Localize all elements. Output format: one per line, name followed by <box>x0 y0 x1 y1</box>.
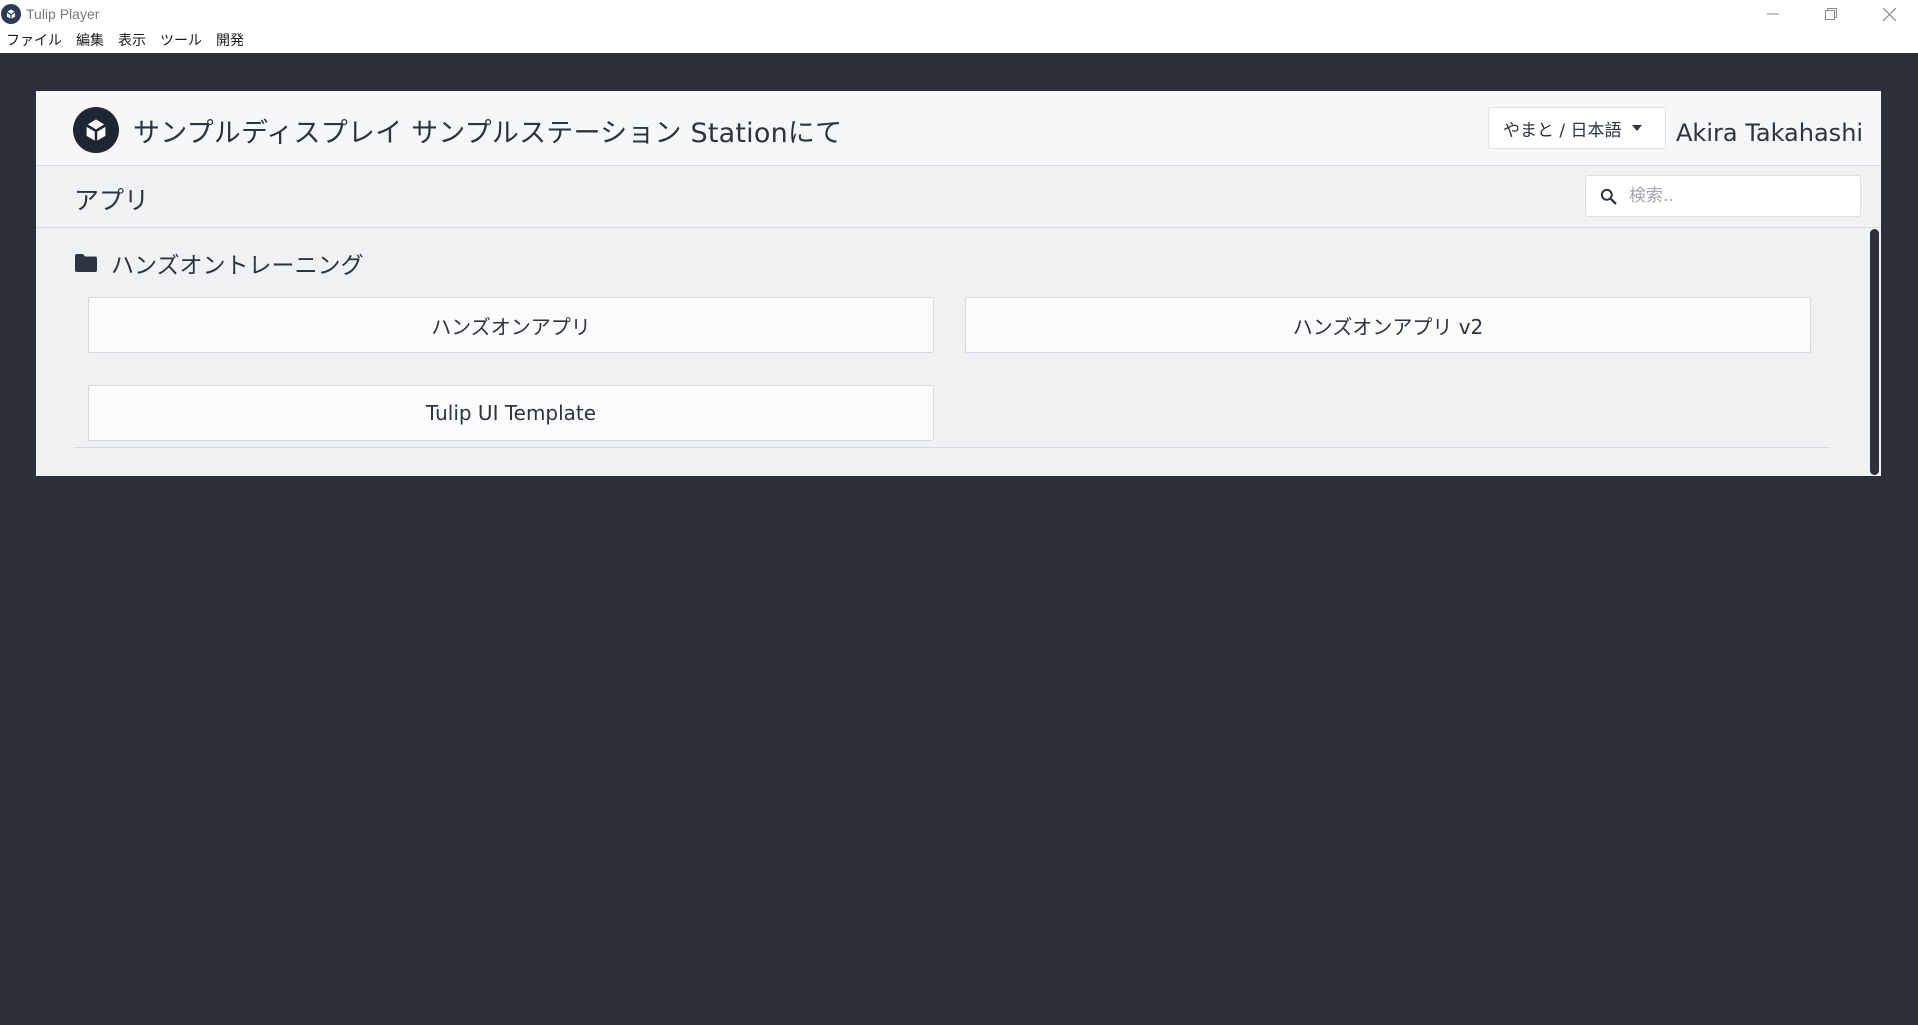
app-button-hands-on-app-v2[interactable]: ハンズオンアプリ v2 <box>965 297 1811 353</box>
folder-name: ハンズオントレーニング <box>111 253 364 279</box>
app-button-label: Tulip UI Template <box>425 401 597 425</box>
search-icon <box>1600 188 1617 204</box>
app-button-hands-on-app[interactable]: ハンズオンアプリ <box>88 297 934 353</box>
window-titlebar: Tulip Player <box>0 0 1918 28</box>
scrollbar[interactable] <box>1870 229 1879 475</box>
user-name[interactable]: Akira Takahashi <box>1676 119 1863 147</box>
app-list-card: サンプルディスプレイ サンプルステーション Stationにて やまと / 日本… <box>36 91 1881 476</box>
station-header: サンプルディスプレイ サンプルステーション Stationにて やまと / 日本… <box>36 91 1881 166</box>
minimize-button[interactable] <box>1744 0 1802 28</box>
restore-icon <box>1825 8 1837 20</box>
app-button-label: ハンズオンアプリ v2 <box>1292 314 1484 339</box>
menu-view[interactable]: 表示 <box>112 28 154 53</box>
close-icon <box>1882 7 1896 21</box>
language-selector[interactable]: やまと / 日本語 <box>1488 107 1666 149</box>
close-button[interactable] <box>1860 0 1918 28</box>
minimize-icon <box>1767 13 1779 15</box>
search-box[interactable] <box>1585 175 1861 217</box>
tulip-app-icon <box>1 4 21 24</box>
folder-header[interactable]: ハンズオントレーニング <box>75 246 364 280</box>
folder-icon <box>75 254 97 272</box>
language-selector-label: やまと / 日本語 <box>1503 120 1622 141</box>
window-controls <box>1744 0 1918 28</box>
search-input[interactable] <box>1627 185 1851 207</box>
app-button-label: ハンズオンアプリ <box>431 314 591 339</box>
apps-bar: アプリ <box>36 166 1881 228</box>
menu-edit[interactable]: 編集 <box>70 28 112 53</box>
menu-tools[interactable]: ツール <box>154 28 210 53</box>
caret-down-icon <box>1631 125 1642 131</box>
section-divider <box>74 447 1830 448</box>
menu-file[interactable]: ファイル <box>0 28 70 53</box>
restore-button[interactable] <box>1802 0 1860 28</box>
menu-bar: ファイル 編集 表示 ツール 開発 <box>0 28 1918 53</box>
app-button-tulip-ui-template[interactable]: Tulip UI Template <box>88 385 934 441</box>
menu-develop[interactable]: 開発 <box>210 28 252 53</box>
apps-title: アプリ <box>74 186 150 215</box>
window-title: Tulip Player <box>26 6 100 22</box>
station-title: サンプルディスプレイ サンプルステーション Stationにて <box>133 118 843 149</box>
tulip-logo-icon <box>73 107 119 153</box>
app-list-content: ハンズオントレーニング ハンズオンアプリ ハンズオンアプリ v2 Tulip U… <box>36 228 1881 476</box>
